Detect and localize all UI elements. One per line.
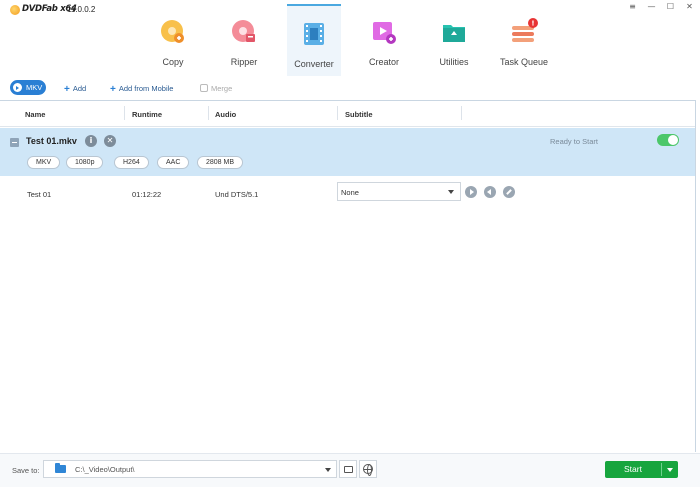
footer-bar: Save to: C:\_Video\Output\ Start [0,453,700,487]
title-runtime: 01:12:22 [132,190,162,199]
add-label: Add [72,84,87,93]
enable-toggle[interactable] [657,134,679,146]
back-icon[interactable] [484,186,496,198]
add-from-mobile-label: Add from Mobile [118,84,174,93]
collapse-icon[interactable] [10,138,19,147]
nav-task-queue[interactable]: ! Task Queue [497,4,551,76]
column-divider[interactable] [461,106,462,120]
browse-folder-button[interactable] [339,460,357,478]
remove-icon[interactable]: ✕ [104,135,116,147]
save-to-label: Save to: [12,466,40,475]
nav-copy[interactable]: Copy [146,4,200,76]
play-icon[interactable] [465,186,477,198]
output-format-button[interactable]: MKV [10,80,46,95]
nav-creator[interactable]: Creator [357,4,411,76]
column-divider[interactable] [337,106,338,120]
play-circle-icon [13,83,22,92]
column-divider[interactable] [208,106,209,120]
disc-copy-icon [161,20,184,43]
plus-icon: + [110,84,116,95]
header-audio[interactable]: Audio [215,110,236,119]
chevron-down-icon [325,468,331,472]
film-converter-icon [304,23,324,45]
web-button[interactable] [359,460,377,478]
nav-ripper-label: Ripper [230,57,258,67]
header-runtime[interactable]: Runtime [132,110,162,119]
info-icon[interactable]: i [85,135,97,147]
open-folder-icon [344,466,353,473]
nav-utilities[interactable]: Utilities [427,4,481,76]
column-divider[interactable] [124,106,125,120]
nav-ripper[interactable]: Ripper [217,4,271,76]
split-divider [661,463,662,476]
task-queue-badge: ! [531,20,534,28]
globe-icon [363,464,373,476]
header-name[interactable]: Name [25,110,45,119]
add-button[interactable]: + Add [64,83,87,95]
utilities-folder-icon [443,25,465,42]
file-row[interactable]: Test 01.mkv i ✕ Ready to Start MKV 1080p… [0,128,695,176]
output-path-select[interactable]: C:\_Video\Output\ [43,460,337,478]
tag-resolution: 1080p [66,156,104,169]
merge-button[interactable]: Merge [200,83,232,93]
subtitle-value: None [341,188,359,197]
edit-icon[interactable] [503,186,515,198]
task-queue-icon: ! [512,18,538,42]
title-row[interactable]: Test 01 01:12:22 Und DTS/5.1 None [0,176,695,208]
merge-label: Merge [211,84,233,93]
tag-container: MKV [27,156,61,169]
tag-size: 2808 MB [197,156,244,169]
title-name: Test 01 [27,190,52,199]
chevron-down-icon[interactable] [667,468,673,472]
folder-icon [55,463,66,473]
file-name: Test 01.mkv [26,136,77,146]
subtitle-select[interactable]: None [337,182,461,201]
status-text: Ready to Start [550,137,598,146]
nav-creator-label: Creator [368,57,399,67]
video-creator-icon [373,22,396,44]
chevron-down-icon [448,190,454,194]
nav-converter-label: Converter [294,59,334,69]
nav-copy-label: Copy [162,57,184,67]
toolbar: MKV + Add + Add from Mobile Merge [0,78,700,98]
title-audio[interactable]: Und DTS/5.1 [215,190,258,199]
scrollbar[interactable] [696,100,700,452]
header-subtitle[interactable]: Subtitle [345,110,373,119]
start-label: Start [624,464,642,474]
table-header: Name Runtime Audio Subtitle [0,101,695,127]
module-nav: Copy Ripper Converter Creator Utilities … [0,4,700,76]
tag-audio-codec: AAC [157,156,190,169]
plus-icon: + [64,84,70,95]
nav-utilities-label: Utilities [439,57,469,67]
task-list: Name Runtime Audio Subtitle Test 01.mkv … [0,100,696,452]
start-button[interactable]: Start [605,461,678,478]
nav-converter[interactable]: Converter [287,4,341,76]
nav-task-queue-label: Task Queue [499,57,549,67]
output-format-label: MKV [26,83,43,92]
output-path-text: C:\_Video\Output\ [75,465,135,474]
tag-video-codec: H264 [114,156,149,169]
add-from-mobile-button[interactable]: + Add from Mobile [110,83,174,95]
disc-ripper-icon [232,20,255,42]
merge-icon [200,84,208,92]
